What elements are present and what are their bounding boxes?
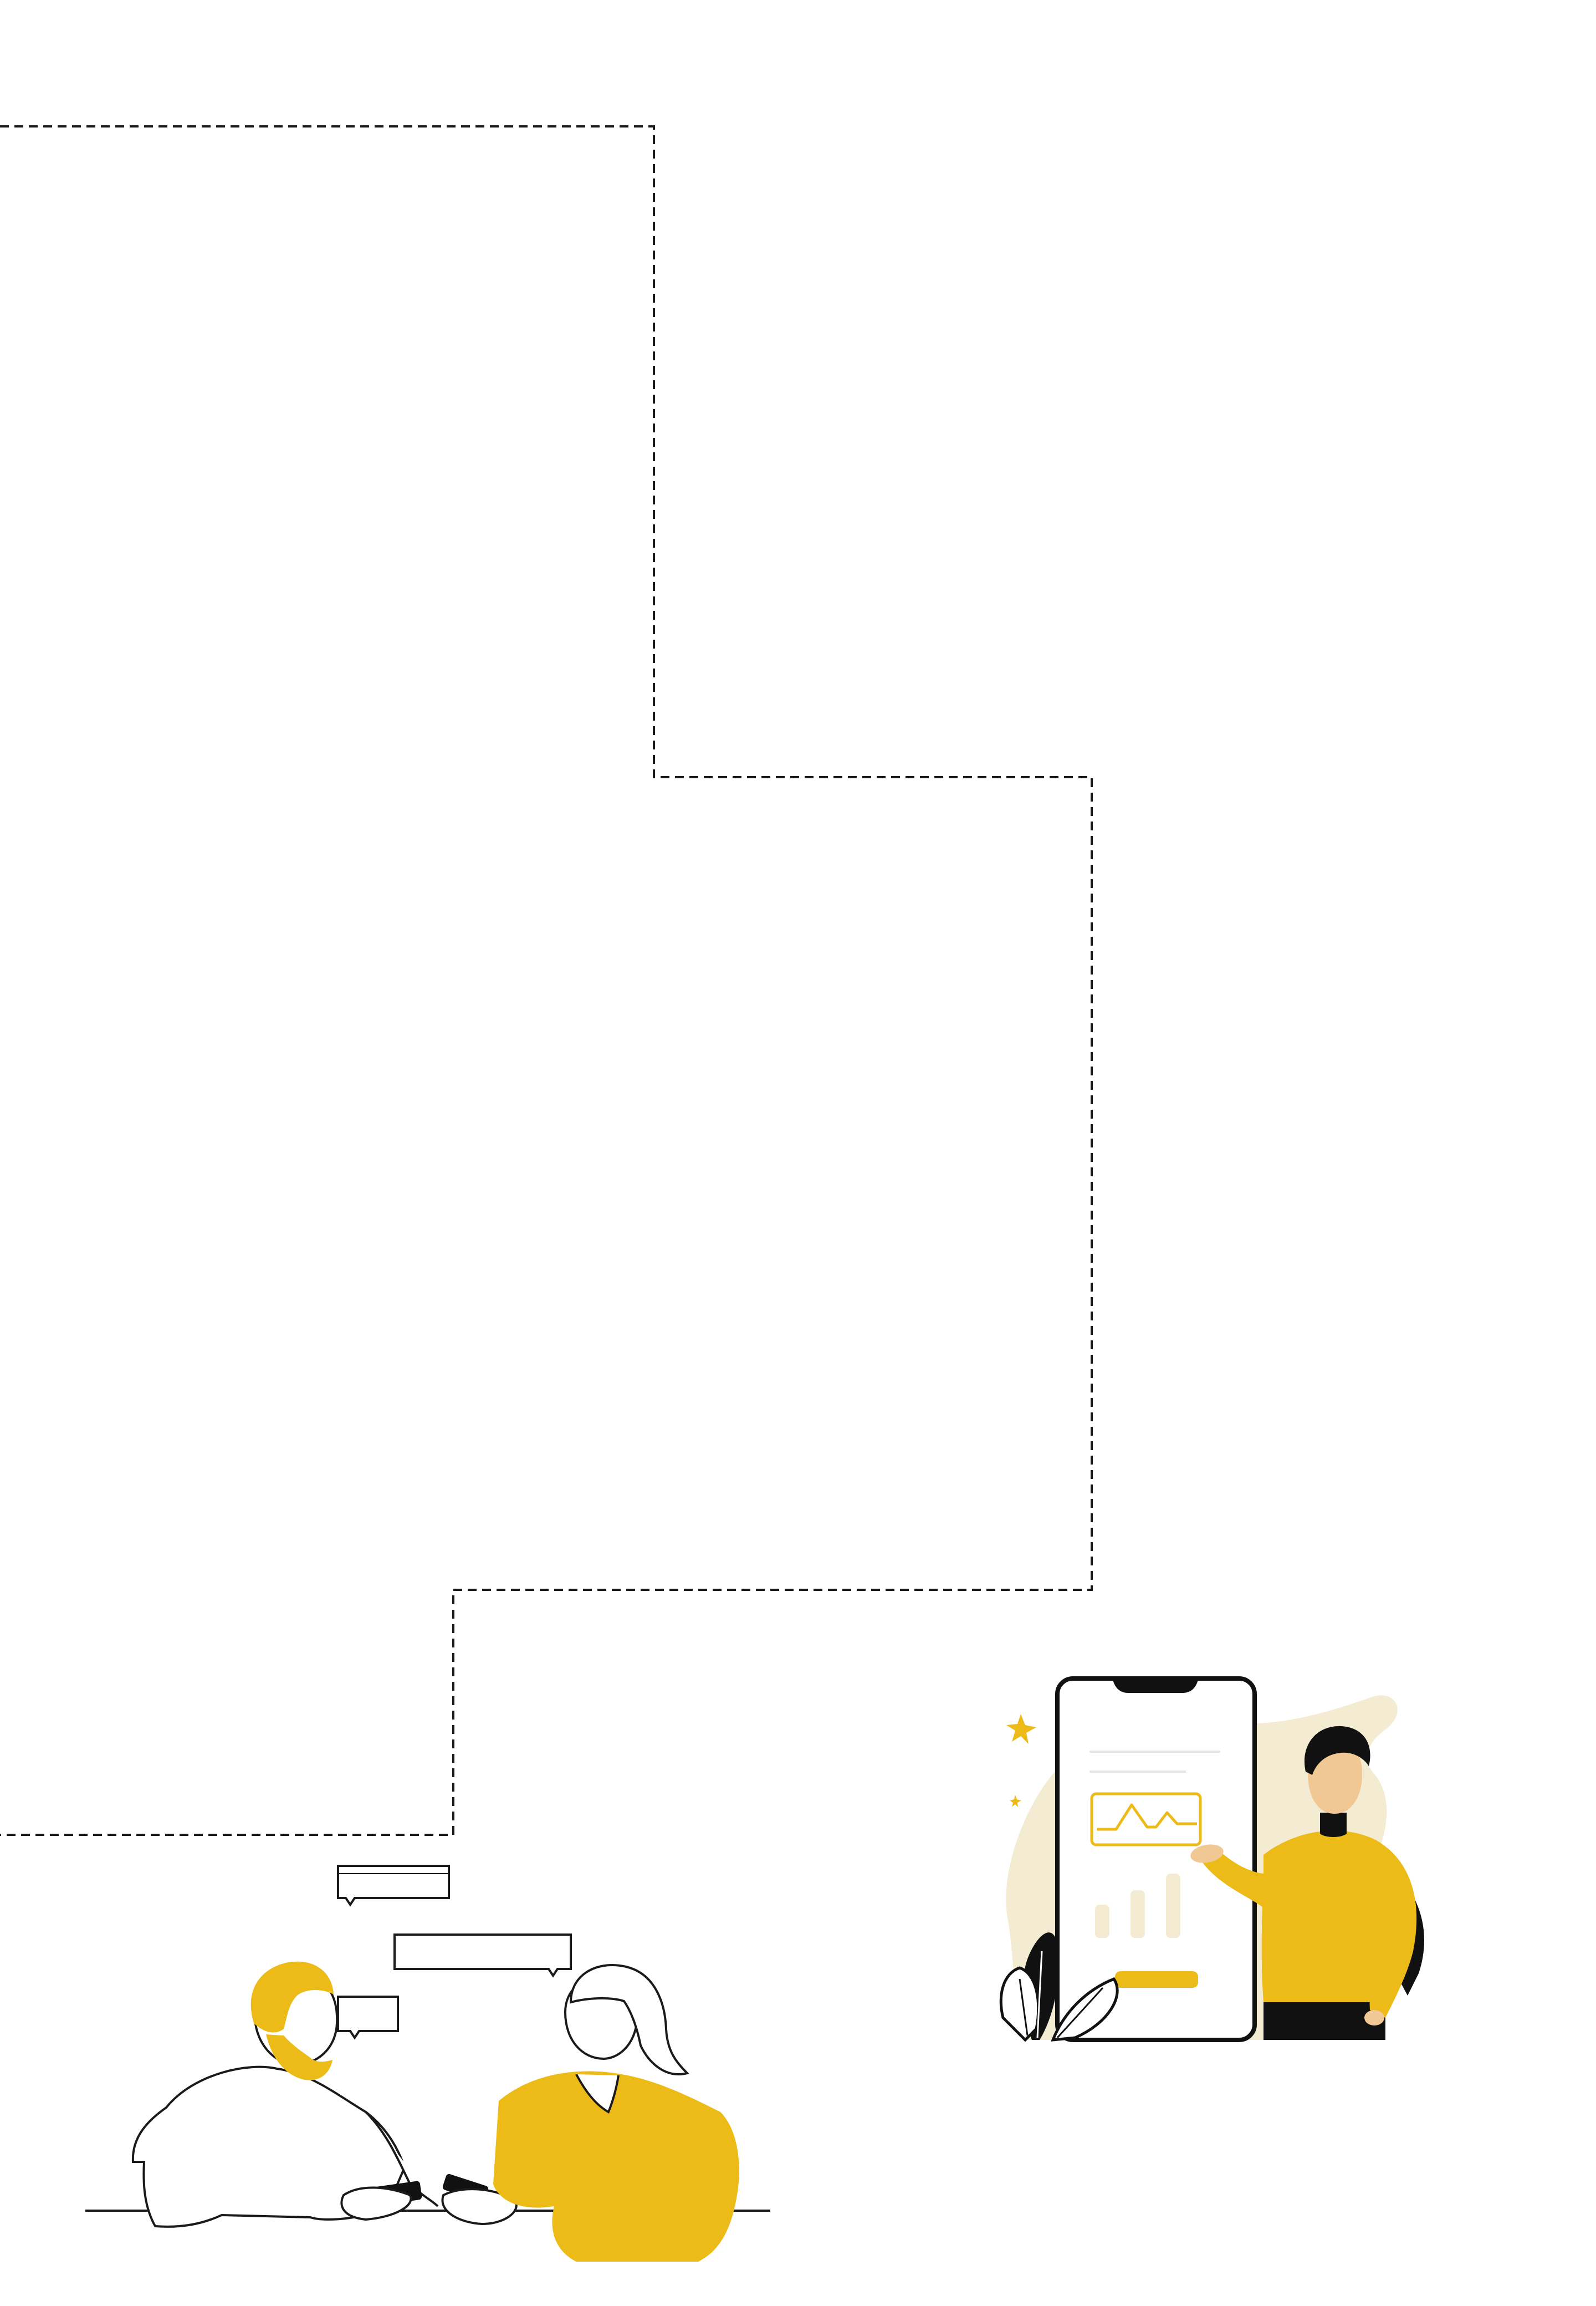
chart-card — [1090, 1792, 1202, 1846]
chat-bubble-icon — [337, 1865, 572, 2040]
chart-bar — [1166, 1874, 1180, 1938]
man-presenting-phone-dashboard-illustration — [999, 1676, 1424, 2042]
chart-bar — [1095, 1905, 1109, 1938]
phone-action-button — [1115, 1971, 1198, 1988]
sparkle-icon — [1006, 1714, 1036, 1807]
woman-figure — [493, 1963, 739, 2262]
chart-bar — [1130, 1890, 1145, 1938]
two-people-with-phones-illustration — [85, 1865, 770, 2262]
